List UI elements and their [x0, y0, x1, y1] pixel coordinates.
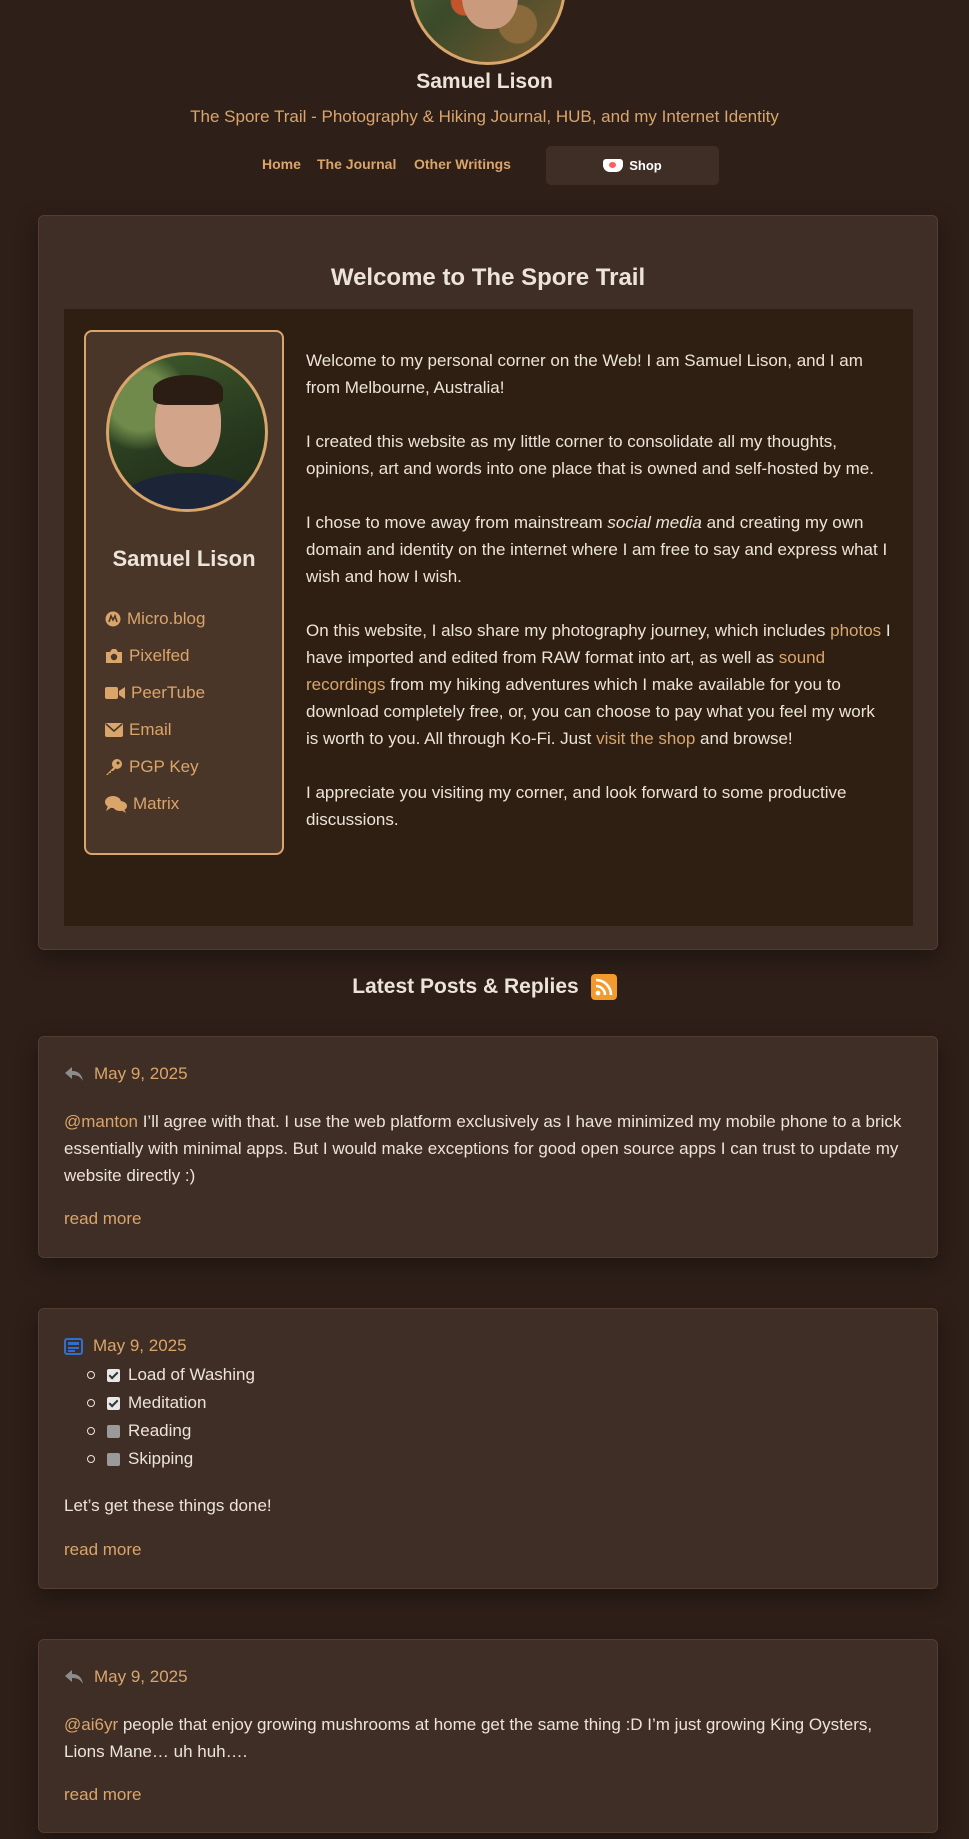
journal-icon [64, 1337, 83, 1355]
checkbox-unchecked[interactable] [107, 1452, 120, 1466]
emphasis-social-media: social media [607, 513, 702, 532]
welcome-card: Welcome to The Spore Trail Samuel Lison … [38, 215, 938, 950]
post-date[interactable]: May 9, 2025 [94, 1064, 188, 1084]
shop-label: Shop [629, 158, 662, 173]
post-date[interactable]: May 9, 2025 [94, 1667, 188, 1687]
latest-posts-heading: Latest Posts & Replies [0, 974, 969, 1000]
site-tagline: The Spore Trail - Photography & Hiking J… [190, 107, 779, 126]
video-icon [105, 686, 125, 699]
checkbox-checked[interactable] [107, 1396, 120, 1410]
rss-icon[interactable] [590, 974, 617, 1000]
post-meta: May 9, 2025 [64, 1336, 187, 1356]
social-links: Micro.blog Pixelfed PeerTube Email PGP K… [105, 600, 205, 822]
post-meta: May 9, 2025 [64, 1064, 188, 1084]
social-link-label: Pixelfed [129, 645, 190, 665]
latest-posts-title: Latest Posts & Replies [352, 975, 579, 998]
welcome-paragraph: Welcome to my personal corner on the Web… [306, 351, 863, 397]
social-link-label: PGP Key [129, 756, 199, 776]
site-name: Samuel Lison [416, 70, 553, 93]
welcome-paragraph: I appreciate you visiting my corner, and… [306, 783, 847, 829]
microblog-icon [105, 611, 121, 626]
task-checklist: Load of Washing Meditation Reading Skipp… [87, 1361, 255, 1473]
social-link-label: Micro.blog [127, 608, 206, 628]
social-link-pixelfed[interactable]: Pixelfed [105, 637, 205, 674]
post-card: May 9, 2025 @manton I’ll agree with that… [38, 1036, 938, 1258]
envelope-icon [105, 722, 123, 737]
post-card: May 9, 2025 Load of Washing Meditation R… [38, 1308, 938, 1589]
read-more-link[interactable]: read more [64, 1540, 141, 1560]
checkbox-unchecked[interactable] [107, 1424, 120, 1438]
social-link-label: Email [129, 719, 172, 739]
welcome-text: Welcome to my personal corner on the Web… [306, 347, 891, 860]
welcome-paragraph: On this website, I also share my photogr… [306, 621, 891, 748]
welcome-title: Welcome to The Spore Trail [330, 264, 646, 291]
profile-name: Samuel Lison [112, 546, 256, 571]
welcome-paragraph: I chose to move away from mainstream soc… [306, 513, 888, 586]
read-more-link[interactable]: read more [64, 1209, 141, 1229]
social-link-peertube[interactable]: PeerTube [105, 674, 205, 711]
mention-link[interactable]: @ai6yr [64, 1715, 118, 1734]
camera-icon [106, 648, 122, 663]
read-more-link[interactable]: read more [64, 1785, 141, 1805]
header-avatar [409, 0, 566, 65]
social-link-email[interactable]: Email [105, 711, 205, 748]
post-body: Let’s get these things done! [64, 1496, 272, 1515]
chat-icon [105, 795, 127, 813]
shop-button[interactable]: Shop [546, 146, 719, 185]
checklist-item: Load of Washing [87, 1361, 255, 1389]
kofi-cup-icon [603, 159, 624, 172]
nav-home[interactable]: Home [262, 156, 301, 172]
post-meta: May 9, 2025 [64, 1667, 188, 1687]
post-body: @manton I’ll agree with that. I use the … [64, 1112, 902, 1185]
checklist-item: Skipping [87, 1445, 255, 1473]
welcome-paragraph: I created this website as my little corn… [306, 432, 874, 478]
nav-journal[interactable]: The Journal [317, 156, 396, 172]
welcome-content: Samuel Lison Micro.blog Pixelfed PeerTub… [64, 309, 913, 926]
reply-icon [65, 1067, 83, 1081]
key-icon [106, 758, 122, 775]
checklist-item: Reading [87, 1417, 255, 1445]
mention-link[interactable]: @manton [64, 1112, 138, 1131]
post-date[interactable]: May 9, 2025 [93, 1336, 187, 1356]
reply-icon [65, 1670, 83, 1684]
profile-card: Samuel Lison Micro.blog Pixelfed PeerTub… [84, 330, 284, 855]
nav-other-writings[interactable]: Other Writings [414, 156, 511, 172]
visit-shop-link[interactable]: visit the shop [596, 729, 695, 748]
social-link-label: PeerTube [131, 682, 206, 702]
checklist-item: Meditation [87, 1389, 255, 1417]
main-nav: Home The Journal Other Writings Shop [0, 146, 969, 186]
post-card: May 9, 2025 @ai6yr people that enjoy gro… [38, 1639, 938, 1833]
social-link-label: Matrix [133, 793, 180, 813]
post-body: @ai6yr people that enjoy growing mushroo… [64, 1715, 873, 1761]
profile-photo [106, 352, 268, 512]
social-link-pgp[interactable]: PGP Key [105, 748, 205, 785]
checkbox-checked[interactable] [107, 1368, 120, 1382]
social-link-microblog[interactable]: Micro.blog [105, 600, 205, 637]
social-link-matrix[interactable]: Matrix [105, 785, 205, 822]
photos-link[interactable]: photos [830, 621, 881, 640]
